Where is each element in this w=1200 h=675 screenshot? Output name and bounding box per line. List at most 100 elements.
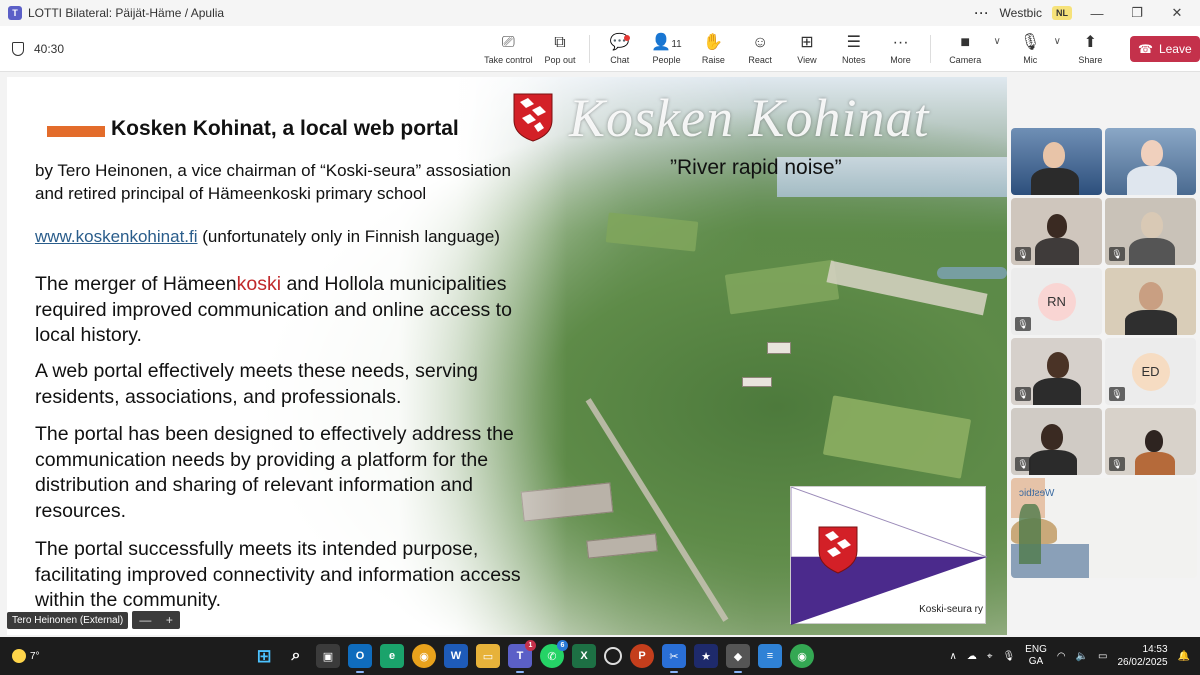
self-view-tile[interactable]: Westbic 🎙	[1011, 478, 1197, 578]
participant-tile[interactable]: 🎙	[1105, 408, 1196, 475]
window-title: LOTTI Bilateral: Päijät-Häme / Apulia	[28, 6, 225, 20]
participant-tile[interactable]	[1011, 128, 1102, 195]
participant-tile[interactable]: 🎙	[1011, 198, 1102, 265]
outlook-icon[interactable]: O	[348, 644, 372, 673]
battery-icon[interactable]: ▭	[1098, 651, 1107, 662]
paragraph-merger-highlight: koski	[236, 273, 282, 295]
chat-notification-dot	[624, 34, 631, 41]
slide-title: Kosken Kohinat, a local web portal	[111, 117, 459, 140]
participant-video	[1035, 238, 1079, 265]
take-control-icon: ⎚	[501, 33, 515, 51]
title-accent-bar	[47, 126, 105, 137]
remote-app-icon[interactable]: ◆	[726, 644, 750, 673]
pop-out-label: Pop out	[544, 54, 576, 65]
people-button[interactable]: 👤11 People	[643, 33, 690, 65]
view-icon: ⊞	[800, 33, 814, 51]
mic-button[interactable]: 🎙 Mic	[1007, 33, 1054, 65]
excel-icon[interactable]: X	[572, 644, 596, 668]
mic-muted-icon: 🎙	[1015, 317, 1031, 331]
react-icon: ☺	[751, 33, 769, 51]
notepad-icon[interactable]: ≡	[758, 644, 782, 668]
participant-video	[1135, 452, 1175, 475]
mic-muted-icon: 🎙	[1015, 457, 1031, 471]
chat-label: Chat	[610, 54, 630, 65]
participant-video	[1031, 168, 1079, 195]
website-note: (unfortunately only in Finnish language)	[197, 227, 500, 246]
minimize-button[interactable]: —	[1082, 6, 1112, 21]
website-link[interactable]: www.koskenkohinat.fi	[35, 227, 198, 246]
author-line-2: and retired principal of Hämeenkoski pri…	[35, 184, 427, 203]
location-icon[interactable]: ⌖	[987, 651, 993, 662]
raise-hand-button[interactable]: ✋ Raise	[690, 33, 737, 65]
more-icon: ···	[892, 33, 909, 51]
eu-app-icon[interactable]: ★	[694, 644, 718, 668]
react-label: React	[748, 54, 772, 65]
mic-tray-icon[interactable]: 🎙	[1002, 651, 1015, 662]
react-button[interactable]: ☺ React	[737, 33, 784, 65]
windows-start-icon[interactable]: ⊞	[252, 644, 276, 668]
onedrive-icon[interactable]: ☁	[967, 651, 977, 662]
participant-tile[interactable]: ED 🎙	[1105, 338, 1196, 405]
coat-of-arms-logo	[513, 93, 553, 142]
zoom-in-button[interactable]: +	[166, 613, 173, 627]
participant-tile[interactable]: RN 🎙	[1011, 268, 1102, 335]
people-icon: 👤11	[651, 33, 682, 51]
camera-options-chevron-icon[interactable]: ∨	[993, 36, 1000, 47]
take-control-button[interactable]: ⎚ Take control	[480, 33, 537, 65]
brand-subtitle: ”River rapid noise”	[670, 156, 842, 179]
notes-button[interactable]: ☰ Notes	[830, 33, 877, 65]
weather-widget[interactable]: 7°	[12, 649, 252, 663]
search-icon[interactable]: ⌕	[284, 644, 308, 668]
mic-options-chevron-icon[interactable]: ∨	[1054, 36, 1061, 47]
more-options-icon[interactable]: ···	[975, 6, 990, 20]
chrome-icon[interactable]: ◉	[412, 644, 436, 668]
meeting-toolbar: 40:30 ⎚ Take control ⧉ Pop out 💬 Chat 👤1…	[0, 26, 1200, 72]
org-name[interactable]: Westbic	[1000, 6, 1042, 20]
leave-label: Leave	[1158, 41, 1192, 56]
participant-tile[interactable]: 🎙	[1011, 408, 1102, 475]
participant-tile[interactable]: 🎙	[1011, 338, 1102, 405]
powerpoint-icon[interactable]: P	[630, 644, 654, 668]
close-button[interactable]: ✕	[1162, 5, 1192, 21]
chat-button[interactable]: 💬 Chat	[596, 33, 643, 65]
shared-presentation-slide: Kosken Kohinat ”River rapid noise” Koske…	[7, 77, 1007, 635]
task-view-icon[interactable]: ▣	[316, 644, 340, 668]
camera-button[interactable]: ■ Camera	[937, 33, 994, 65]
share-button[interactable]: ⬆ Share	[1067, 33, 1114, 65]
teams-app-icon: T	[8, 6, 22, 20]
view-button[interactable]: ⊞ View	[784, 33, 831, 65]
mic-muted-icon: 🎙	[1109, 457, 1125, 471]
background-building	[586, 533, 658, 559]
participant-tile[interactable]	[1105, 128, 1196, 195]
whatsapp-icon[interactable]: ✆ 6	[540, 640, 568, 668]
clock-time: 14:53	[1142, 644, 1168, 655]
leave-button[interactable]: ☎ Leave	[1129, 35, 1200, 62]
language-indicator[interactable]: ENG GA	[1025, 644, 1047, 668]
raise-label: Raise	[701, 54, 725, 65]
org-badge[interactable]: NL	[1052, 6, 1072, 20]
zoom-controls: — +	[132, 611, 181, 629]
paragraph-needs: A web portal effectively meets these nee…	[35, 360, 478, 408]
restore-button[interactable]: ❐	[1122, 5, 1152, 21]
teams-icon[interactable]: T1	[508, 640, 536, 673]
participant-tile[interactable]: 🎙	[1105, 198, 1196, 265]
people-label: People	[652, 54, 681, 65]
plant-decoration	[1019, 504, 1041, 564]
volume-icon[interactable]: 🔈	[1076, 651, 1088, 662]
wifi-icon[interactable]: ◠	[1057, 651, 1066, 662]
pop-out-button[interactable]: ⧉ Pop out	[537, 33, 584, 65]
snipping-tool-icon[interactable]: ✂	[662, 644, 686, 673]
cortana-icon[interactable]	[604, 647, 622, 665]
zoom-out-button[interactable]: —	[139, 613, 151, 627]
participant-tile[interactable]	[1105, 268, 1196, 335]
presenter-tag: Tero Heinonen (External) — +	[7, 611, 181, 629]
clock[interactable]: 14:53 26/02/2025	[1117, 643, 1167, 669]
tray-chevron-icon[interactable]: ∧	[950, 651, 957, 662]
more-button[interactable]: ··· More	[877, 33, 924, 65]
participant-video	[1041, 424, 1063, 450]
notifications-icon[interactable]: 🔔	[1178, 651, 1190, 662]
file-explorer-icon[interactable]: ▭	[476, 644, 500, 668]
chrome-profile-icon[interactable]: ◉	[790, 644, 814, 668]
edge-icon[interactable]: e	[380, 644, 404, 668]
word-icon[interactable]: W	[444, 644, 468, 668]
